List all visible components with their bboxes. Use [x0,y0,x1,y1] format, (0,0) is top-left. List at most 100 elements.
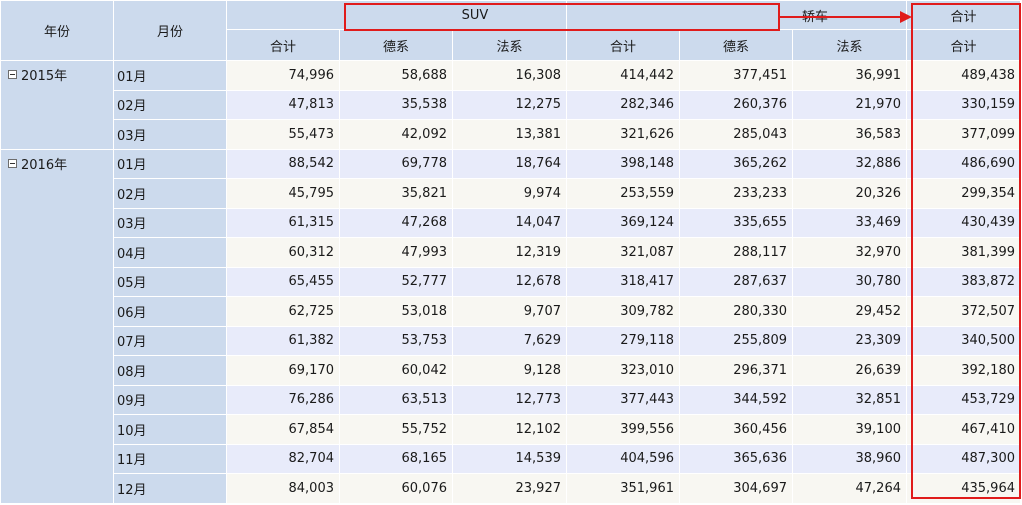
value-cell[interactable]: 42,092 [339,119,453,150]
value-cell[interactable]: 309,782 [566,296,680,327]
value-cell[interactable]: 383,872 [906,266,1021,297]
value-cell[interactable]: 344,592 [679,384,793,415]
value-cell[interactable]: 304,697 [679,473,793,504]
month-row-header[interactable]: 09月 [113,384,227,415]
value-cell[interactable]: 38,960 [792,443,907,474]
value-cell[interactable]: 84,003 [226,473,340,504]
value-cell[interactable]: 321,087 [566,237,680,268]
value-cell[interactable]: 69,170 [226,355,340,386]
value-cell[interactable]: 299,354 [906,178,1021,209]
value-cell[interactable]: 377,451 [679,60,793,91]
value-cell[interactable]: 58,688 [339,60,453,91]
value-cell[interactable]: 63,513 [339,384,453,415]
value-cell[interactable]: 61,315 [226,207,340,238]
value-cell[interactable]: 55,752 [339,414,453,445]
month-row-header[interactable]: 10月 [113,414,227,445]
value-cell[interactable]: 32,851 [792,384,907,415]
month-row-header[interactable]: 06月 [113,296,227,327]
value-cell[interactable]: 74,996 [226,60,340,91]
value-cell[interactable]: 12,275 [452,89,567,120]
value-cell[interactable]: 36,583 [792,119,907,150]
value-cell[interactable]: 340,500 [906,325,1021,356]
value-cell[interactable]: 23,309 [792,325,907,356]
value-cell[interactable]: 351,961 [566,473,680,504]
value-cell[interactable]: 414,442 [566,60,680,91]
value-cell[interactable]: 335,655 [679,207,793,238]
value-cell[interactable]: 260,376 [679,89,793,120]
month-row-header[interactable]: 12月 [113,473,227,504]
value-cell[interactable]: 47,268 [339,207,453,238]
value-cell[interactable]: 233,233 [679,178,793,209]
value-cell[interactable]: 62,725 [226,296,340,327]
value-cell[interactable]: 35,538 [339,89,453,120]
value-cell[interactable]: 399,556 [566,414,680,445]
month-row-header[interactable]: 03月 [113,119,227,150]
value-cell[interactable]: 296,371 [679,355,793,386]
year-row-header[interactable]: 2015年 [0,60,114,150]
collapse-minus-icon[interactable] [8,158,17,168]
value-cell[interactable]: 47,813 [226,89,340,120]
value-cell[interactable]: 29,452 [792,296,907,327]
group-header-suv[interactable]: SUV [226,0,567,30]
collapse-minus-icon[interactable] [8,70,17,79]
value-cell[interactable]: 45,795 [226,178,340,209]
value-cell[interactable]: 65,455 [226,266,340,297]
subheader-suv-german[interactable]: 德系 [339,29,453,61]
month-row-header[interactable]: 05月 [113,266,227,297]
value-cell[interactable]: 20,326 [792,178,907,209]
value-cell[interactable]: 369,124 [566,207,680,238]
value-cell[interactable]: 318,417 [566,266,680,297]
value-cell[interactable]: 255,809 [679,325,793,356]
value-cell[interactable]: 16,308 [452,60,567,91]
month-row-header[interactable]: 08月 [113,355,227,386]
year-row-header[interactable]: 2016年 [0,148,114,504]
value-cell[interactable]: 9,707 [452,296,567,327]
value-cell[interactable]: 39,100 [792,414,907,445]
month-row-header[interactable]: 03月 [113,207,227,238]
value-cell[interactable]: 76,286 [226,384,340,415]
value-cell[interactable]: 365,636 [679,443,793,474]
value-cell[interactable]: 32,886 [792,148,907,179]
value-cell[interactable]: 12,102 [452,414,567,445]
value-cell[interactable]: 53,753 [339,325,453,356]
value-cell[interactable]: 12,773 [452,384,567,415]
value-cell[interactable]: 377,099 [906,119,1021,150]
value-cell[interactable]: 392,180 [906,355,1021,386]
value-cell[interactable]: 285,043 [679,119,793,150]
value-cell[interactable]: 35,821 [339,178,453,209]
month-row-header[interactable]: 02月 [113,178,227,209]
value-cell[interactable]: 253,559 [566,178,680,209]
value-cell[interactable]: 68,165 [339,443,453,474]
value-cell[interactable]: 489,438 [906,60,1021,91]
month-row-header[interactable]: 02月 [113,89,227,120]
value-cell[interactable]: 32,970 [792,237,907,268]
group-header-total[interactable]: 合计 [906,0,1021,30]
subheader-grand-total[interactable]: 合计 [906,29,1021,61]
value-cell[interactable]: 60,076 [339,473,453,504]
month-row-header[interactable]: 11月 [113,443,227,474]
subheader-suv-total[interactable]: 合计 [226,29,340,61]
value-cell[interactable]: 13,381 [452,119,567,150]
value-cell[interactable]: 365,262 [679,148,793,179]
value-cell[interactable]: 61,382 [226,325,340,356]
value-cell[interactable]: 67,854 [226,414,340,445]
subheader-sedan-total[interactable]: 合计 [566,29,680,61]
value-cell[interactable]: 377,443 [566,384,680,415]
value-cell[interactable]: 398,148 [566,148,680,179]
value-cell[interactable]: 30,780 [792,266,907,297]
month-column-header[interactable]: 月份 [113,0,227,61]
value-cell[interactable]: 9,974 [452,178,567,209]
value-cell[interactable]: 53,018 [339,296,453,327]
value-cell[interactable]: 404,596 [566,443,680,474]
value-cell[interactable]: 7,629 [452,325,567,356]
value-cell[interactable]: 21,970 [792,89,907,120]
subheader-suv-french[interactable]: 法系 [452,29,567,61]
value-cell[interactable]: 23,927 [452,473,567,504]
group-header-sedan[interactable]: 轿车 [566,0,907,30]
value-cell[interactable]: 323,010 [566,355,680,386]
value-cell[interactable]: 9,128 [452,355,567,386]
value-cell[interactable]: 487,300 [906,443,1021,474]
value-cell[interactable]: 36,991 [792,60,907,91]
value-cell[interactable]: 26,639 [792,355,907,386]
value-cell[interactable]: 82,704 [226,443,340,474]
